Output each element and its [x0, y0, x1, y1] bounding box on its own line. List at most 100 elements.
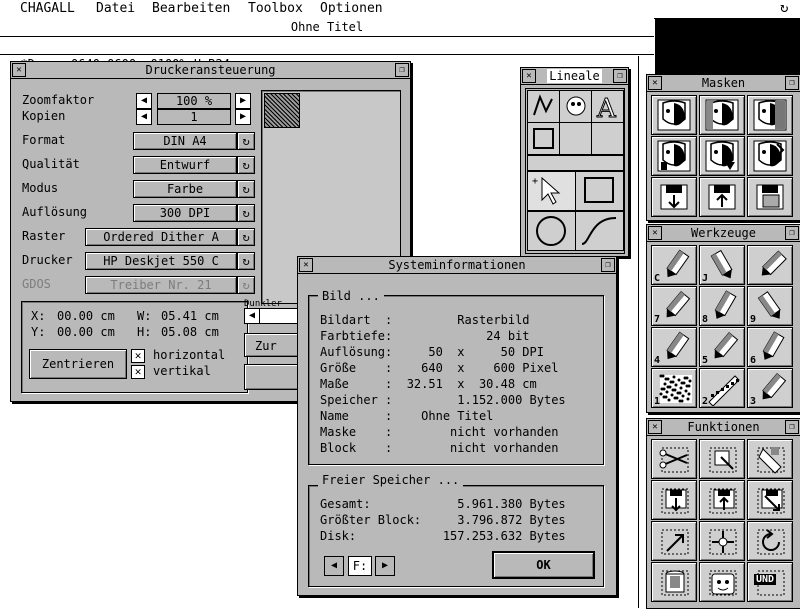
copies-decrease-icon[interactable]: ◀	[136, 109, 152, 125]
paste-down-icon[interactable]	[651, 480, 697, 520]
ruler-bar[interactable]	[527, 155, 624, 171]
cut-icon[interactable]	[651, 439, 697, 479]
cycle-icon[interactable]: ↻	[237, 180, 255, 198]
pattern-tool-icon[interactable]: 2	[699, 368, 745, 408]
resolution-select[interactable]: 300 DPI	[133, 204, 237, 222]
sysinfo-title-bar[interactable]: Systeminformationen	[298, 257, 616, 274]
brush-stroke-icon[interactable]	[747, 245, 793, 285]
close-icon[interactable]: ✕	[12, 63, 26, 77]
sync-icon[interactable]: ↻	[780, 0, 788, 16]
quality-select[interactable]: Entwurf	[133, 156, 237, 174]
blend-brush-icon[interactable]: 5	[699, 327, 745, 367]
ok-button[interactable]: OK	[492, 551, 595, 579]
partial-button-2[interactable]	[244, 364, 302, 390]
copy-block-icon[interactable]	[699, 439, 745, 479]
tools-title: Werkzeuge	[690, 226, 757, 240]
thick-brush-icon[interactable]: 4	[651, 327, 697, 367]
sponge-tool-icon[interactable]: 1	[651, 368, 697, 408]
printer-title-bar[interactable]: Druckeransteuerung	[11, 62, 410, 79]
move-center-icon[interactable]	[699, 521, 745, 561]
mode-label: Modus	[22, 181, 59, 195]
copies-increase-icon[interactable]: ▶	[235, 109, 251, 125]
document-title: Ohne Titel	[290, 20, 364, 34]
preview-image-area[interactable]	[264, 93, 300, 128]
fullscreen-icon[interactable]: ❐	[785, 76, 799, 90]
resolution-label: Auflösung	[22, 205, 88, 219]
zoom-increase-icon[interactable]: ▶	[235, 93, 251, 109]
zoom-decrease-icon[interactable]: ◀	[136, 93, 152, 109]
canvas-border	[638, 56, 639, 608]
mask-invert-icon[interactable]	[651, 95, 697, 135]
cycle-icon[interactable]: ↻	[237, 132, 255, 150]
mask-tool-icon[interactable]	[559, 90, 592, 123]
cycle-icon[interactable]: ↻	[237, 252, 255, 270]
masks-title-bar[interactable]: Masken	[647, 75, 800, 92]
menu-chagall[interactable]: CHAGALL	[20, 1, 75, 16]
fullscreen-icon[interactable]: ❐	[395, 63, 409, 77]
und-label: UND	[754, 574, 777, 585]
smudge-tool-icon[interactable]: 6	[747, 327, 793, 367]
center-button[interactable]: Zentrieren	[29, 349, 127, 379]
menu-optionen[interactable]: Optionen	[320, 1, 383, 16]
close-icon[interactable]: ✕	[522, 69, 536, 83]
mask-load-icon[interactable]	[699, 136, 745, 176]
paint-fill-icon[interactable]	[747, 439, 793, 479]
mask-disk-save-icon[interactable]	[651, 177, 697, 217]
store-icon[interactable]	[651, 562, 697, 602]
rectangle-icon[interactable]	[575, 171, 624, 211]
mask-soft-icon[interactable]	[747, 95, 793, 135]
vertical-checkbox[interactable]: ✕	[131, 365, 145, 379]
cycle-icon[interactable]: ↻	[237, 156, 255, 174]
cylinder-tool-icon[interactable]: 3	[747, 368, 793, 408]
spray-tool-icon[interactable]: 9	[747, 286, 793, 326]
pointer-icon[interactable]: +	[527, 171, 576, 211]
restore-icon[interactable]	[699, 562, 745, 602]
raster-select[interactable]: Ordered Dither A	[85, 228, 237, 246]
cycle-icon[interactable]: ↻	[237, 228, 255, 246]
close-icon[interactable]: ✕	[648, 226, 662, 240]
darker-slider[interactable]: ◀	[244, 308, 302, 324]
document-title-bar[interactable]: Ohne Titel	[0, 18, 654, 37]
mask-sparkle-icon[interactable]	[747, 136, 793, 176]
chalk-tool-icon[interactable]: 7	[651, 286, 697, 326]
paste-diagonal-icon[interactable]	[747, 480, 793, 520]
curve-icon[interactable]	[575, 211, 624, 251]
ruler-tool-1-icon[interactable]	[527, 90, 560, 123]
fullscreen-icon[interactable]: ❐	[601, 258, 615, 272]
fullscreen-icon[interactable]: ❐	[613, 69, 627, 83]
mask-face-icon[interactable]	[699, 95, 745, 135]
pen-tool-icon[interactable]: 8	[699, 286, 745, 326]
rotate-icon[interactable]	[747, 521, 793, 561]
close-icon[interactable]: ✕	[299, 258, 313, 272]
cycle-icon[interactable]: ↻	[237, 204, 255, 222]
menu-toolbox[interactable]: Toolbox	[248, 1, 303, 16]
menu-datei[interactable]: Datei	[96, 1, 135, 16]
tools-title-bar[interactable]: Werkzeuge	[647, 225, 800, 242]
drive-next-icon[interactable]: ▶	[375, 556, 395, 576]
paste-up-icon[interactable]	[699, 480, 745, 520]
rulers-title-bar[interactable]: Lineale	[521, 68, 628, 85]
fullscreen-icon[interactable]: ❐	[785, 226, 799, 240]
horizontal-checkbox[interactable]: ✕	[131, 349, 145, 363]
circle-icon[interactable]	[527, 211, 576, 251]
mask-disk-load-icon[interactable]	[699, 177, 745, 217]
mask-container-icon[interactable]	[747, 177, 793, 217]
und-combine-icon[interactable]: UND	[747, 562, 793, 602]
format-select[interactable]: DIN A4	[133, 132, 237, 150]
move-diagonal-icon[interactable]	[651, 521, 697, 561]
fullscreen-icon[interactable]: ❐	[785, 420, 799, 434]
close-icon[interactable]: ✕	[648, 76, 662, 90]
spray-can-icon[interactable]: J	[699, 245, 745, 285]
drive-previous-icon[interactable]: ◀	[324, 556, 344, 576]
menu-bearbeiten[interactable]: Bearbeiten	[152, 1, 230, 16]
text-tool-icon[interactable]: A	[591, 90, 624, 125]
darker-decrease-icon[interactable]: ◀	[245, 309, 260, 323]
close-icon[interactable]: ✕	[648, 420, 662, 434]
mask-save-icon[interactable]	[651, 136, 697, 176]
mode-select[interactable]: Farbe	[133, 180, 237, 198]
functions-title-bar[interactable]: Funktionen	[647, 419, 800, 436]
airbrush-tool-icon[interactable]: C	[651, 245, 697, 285]
frame-tool-icon[interactable]	[527, 122, 560, 155]
partial-button[interactable]: Zur	[244, 333, 300, 357]
printer-select[interactable]: HP Deskjet 550 C	[85, 252, 237, 270]
